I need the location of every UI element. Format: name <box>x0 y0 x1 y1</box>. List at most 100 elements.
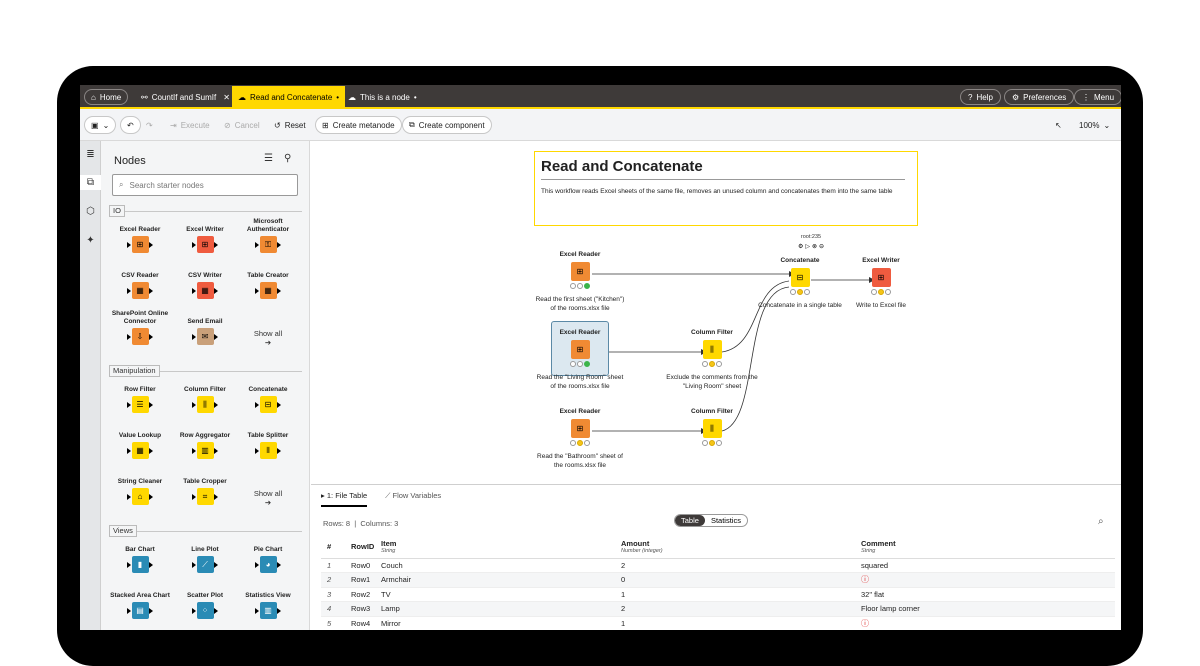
workflow-node-excel-reader-1[interactable]: Excel Reader ⊞ Read the first sheet ("Ki… <box>535 251 625 313</box>
repo-node-ms-auth[interactable]: Microsoft Authenticator ⚿ <box>236 218 300 253</box>
show-all-io[interactable]: Show all ➔ <box>243 329 293 347</box>
search-icon[interactable]: ⌕ <box>1098 516 1104 527</box>
node-label: Value Lookup <box>118 432 162 439</box>
undo-button[interactable]: ↶ <box>120 116 141 134</box>
nodes-repo-icon[interactable]: ⧉ <box>80 175 101 190</box>
table-row[interactable]: 2 Row1 Armchair 0 ⓘ <box>321 572 1115 588</box>
cancel-label: Cancel <box>234 120 260 130</box>
tab-countif[interactable]: ⚯ CountIf and SumIf ✕ <box>135 88 236 107</box>
node-label: Table Cropper <box>183 478 227 485</box>
create-metanode-button[interactable]: ⊞ Create metanode <box>315 116 402 134</box>
show-all-manipulation[interactable]: Show all ➔ <box>243 489 293 507</box>
node-icon: ▦ <box>126 282 153 299</box>
missing-value-icon: ⓘ <box>861 618 869 628</box>
excel-icon: ⊞ <box>871 268 891 287</box>
configure-icon[interactable]: ⚙ <box>798 243 803 250</box>
repo-node-concatenate[interactable]: Concatenate ⊟ <box>236 378 300 413</box>
repo-node-row-aggregator[interactable]: Row Aggregator ▥ <box>173 424 237 459</box>
kai-icon[interactable]: ✦ <box>83 233 98 248</box>
toggle-statistics[interactable]: Statistics <box>705 515 747 526</box>
gear-icon: ⚙ <box>1012 92 1020 102</box>
redo-button[interactable]: ↷ <box>140 116 159 134</box>
tab-home[interactable]: ⌂ Home <box>84 89 129 105</box>
tab-file-table[interactable]: ▸ 1: File Table <box>321 491 368 507</box>
description-icon[interactable]: ≣ <box>83 147 98 162</box>
node-repository-panel: Nodes ☰ ⚲ ⌕ Search starter nodes IO Excel … <box>101 141 310 630</box>
workflow-node-column-filter-1[interactable]: Column Filter ⫼ Exclude the comments fro… <box>666 329 757 391</box>
reset-label: Reset <box>284 120 306 130</box>
repo-node-scatter-plot[interactable]: Scatter Plot ⁘ <box>173 584 237 619</box>
save-button[interactable]: ▣ ⌄ <box>84 116 117 134</box>
node-icon: ⫴ <box>254 442 281 459</box>
repo-node-csv-reader[interactable]: CSV Reader ▦ <box>108 264 172 299</box>
tab-flow-variables[interactable]: ⟋ Flow Variables <box>385 491 441 507</box>
execute-button[interactable]: ⇥ Execute <box>164 116 216 134</box>
chevron-down-icon: ⌄ <box>1103 120 1111 130</box>
repo-node-statistics-view[interactable]: Statistics View ▥ <box>236 584 300 619</box>
tab-file-table-label: 1: File Table <box>326 491 368 500</box>
reset-icon: ↺ <box>274 120 281 130</box>
preferences-button[interactable]: ⚙ Preferences <box>1004 89 1075 105</box>
repo-node-sharepoint[interactable]: SharePoint Online Connector ⇩ <box>108 310 172 345</box>
search-input[interactable]: ⌕ Search starter nodes <box>112 174 298 196</box>
node-status <box>535 440 625 446</box>
filter-icon[interactable]: ⚲ <box>284 153 291 164</box>
table-row[interactable]: 5 Row4 Mirror 1 ⓘ <box>321 616 1115 630</box>
execute-icon[interactable]: ▷ <box>805 243 810 250</box>
col-item[interactable]: Item String <box>381 536 621 559</box>
node-action-bar: ⚙ ▷ ⊗ ⊖ <box>781 243 841 250</box>
repo-node-send-email[interactable]: Send Email ✉ <box>173 310 237 345</box>
workflow-node-concatenate[interactable]: Concatenate ⊟ Concatenate in a single ta… <box>755 257 845 310</box>
cancel-icon: ⊘ <box>224 120 231 130</box>
node-label: Microsoft Authenticator <box>246 218 290 233</box>
reset-icon[interactable]: ⊖ <box>819 243 824 250</box>
help-button[interactable]: ? Help <box>960 89 1001 105</box>
workflow-node-column-filter-2[interactable]: Column Filter ⫼ <box>667 408 757 446</box>
list-view-icon[interactable]: ☰ <box>264 153 273 164</box>
col-comment[interactable]: Comment String <box>861 536 1115 559</box>
table-row[interactable]: 1 Row0 Couch 2 squared <box>321 558 1115 573</box>
repo-node-table-creator[interactable]: Table Creator ▦ <box>236 264 300 299</box>
zoom-select[interactable]: 100% ⌄ <box>1073 116 1116 134</box>
dot-icon: • <box>413 93 417 102</box>
cancel-icon[interactable]: ⊗ <box>812 243 817 250</box>
menu-label: Menu <box>1094 92 1115 102</box>
workflow-node-excel-writer[interactable]: Excel Writer ⊞ Write to Excel file <box>836 257 926 310</box>
pie-chart-icon: ◕ <box>254 556 281 573</box>
tab-this-is-a-node[interactable]: ☁ This is a node • <box>342 88 423 107</box>
repo-node-column-filter[interactable]: Column Filter ⫼ <box>173 378 237 413</box>
toggle-table[interactable]: Table <box>675 515 705 526</box>
column-filter-icon: ⫼ <box>702 419 722 438</box>
repo-node-excel-writer[interactable]: Excel Writer ⊞ <box>173 218 237 253</box>
repo-node-pie-chart[interactable]: Pie Chart ◕ <box>236 538 300 573</box>
repo-node-table-cropper[interactable]: Table Cropper ⌗ <box>173 470 237 505</box>
table-cell: squared <box>861 558 1115 573</box>
table-row[interactable]: 4 Row3 Lamp 2 Floor lamp corner <box>321 601 1115 617</box>
cancel-button[interactable]: ⊘ Cancel <box>218 116 266 134</box>
close-icon[interactable]: ✕ <box>223 93 230 102</box>
node-status <box>755 289 845 295</box>
workflow-canvas[interactable]: Read and Concatenate This workflow reads… <box>311 141 1121 484</box>
repo-node-excel-reader[interactable]: Excel Reader ⊞ <box>108 218 172 253</box>
node-description: Read the first sheet ("Kitchen") of the … <box>535 296 625 312</box>
repo-node-bar-chart[interactable]: Bar Chart ▮ <box>108 538 172 573</box>
repo-node-line-plot[interactable]: Line Plot ⟋ <box>173 538 237 573</box>
col-amount[interactable]: Amount Number (integer) <box>621 536 861 559</box>
repo-node-stacked-area[interactable]: Stacked Area Chart ▤ <box>108 584 172 619</box>
repo-node-row-filter[interactable]: Row Filter ☰ <box>108 378 172 413</box>
repo-node-table-splitter[interactable]: Table Splitter ⫴ <box>236 424 300 459</box>
pointer-mode-button[interactable]: ↖ <box>1049 116 1068 134</box>
repo-node-string-cleaner[interactable]: String Cleaner ⌂ <box>108 470 172 505</box>
space-explorer-icon[interactable]: ⬡ <box>83 204 98 219</box>
menu-button[interactable]: ⋮ Menu <box>1074 89 1121 105</box>
workflow-node-excel-reader-3[interactable]: Excel Reader ⊞ Read the "Bathroom" sheet… <box>535 408 625 470</box>
reset-button[interactable]: ↺ Reset <box>268 116 312 134</box>
table-cell: Armchair <box>381 572 621 588</box>
table-row[interactable]: 3 Row2 TV 1 32" flat <box>321 587 1115 602</box>
component-icon: ⧉ <box>409 120 415 129</box>
workflow-node-excel-reader-2[interactable]: Excel Reader ⊞ Read the "Living Room" sh… <box>535 329 625 391</box>
create-component-button[interactable]: ⧉ Create component <box>402 116 492 134</box>
tab-read-concatenate[interactable]: ☁ Read and Concatenate • <box>232 86 346 109</box>
repo-node-value-lookup[interactable]: Value Lookup ▦ <box>108 424 172 459</box>
repo-node-csv-writer[interactable]: CSV Writer ▦ <box>173 264 237 299</box>
